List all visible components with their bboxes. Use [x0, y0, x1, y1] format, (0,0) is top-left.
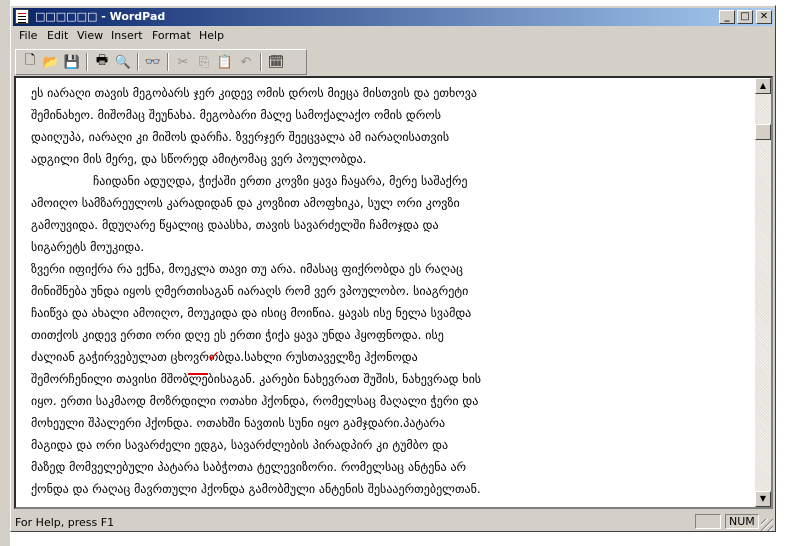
scroll-down-button[interactable]: ▼	[755, 491, 771, 507]
paste-icon: 📋	[216, 54, 234, 70]
paste-button[interactable]: 📋	[215, 53, 235, 71]
text-line: ეს იარაღი თავის მეგობარს ჯერ კიდევ ომის …	[31, 86, 477, 100]
copy-button[interactable]: ⎘	[194, 53, 214, 71]
status-num-indicator: NUM	[725, 514, 759, 529]
undo-icon: ↶	[240, 54, 252, 70]
save-icon: 💾	[63, 54, 81, 70]
menu-format[interactable]: Format	[152, 29, 191, 42]
copy-icon: ⎘	[198, 54, 210, 70]
new-icon: 🗋	[24, 53, 36, 68]
status-help-text: For Help, press F1	[15, 516, 115, 529]
close-icon: ✕	[759, 11, 769, 22]
undo-button[interactable]: ↶	[236, 53, 256, 71]
menu-help[interactable]: Help	[199, 29, 224, 42]
spelling-underline	[188, 370, 208, 375]
find-button[interactable]: 👓	[143, 53, 163, 71]
text-line: ადგილი მის მერე, და სწორედ ამიტომაც ვერ …	[31, 152, 367, 166]
toolbar-separator	[137, 53, 139, 71]
annotation-arrow-icon: ↙	[208, 348, 220, 364]
maximize-icon: □	[740, 11, 750, 22]
resize-grip[interactable]	[761, 519, 773, 531]
minimize-icon: _	[724, 11, 730, 22]
scroll-up-arrow-icon: ▲	[759, 81, 767, 90]
print-button[interactable]: 🖶	[92, 53, 112, 71]
text-line: გამოუვიდა. მდუღარე წყალიც დაასხა, თავის …	[31, 218, 439, 232]
menu-insert[interactable]: Insert	[111, 29, 143, 42]
text-line: ჩაიდანი ადუღდა, ჭიქაში ერთი კოვზი ყავა ჩ…	[93, 174, 468, 188]
text-line: ქონდა და რაღაც მავრთული ჰქონდა გამობმული…	[31, 482, 481, 496]
wordpad-app-icon[interactable]	[15, 9, 29, 24]
text-line: მაგიდა და ორი სავარძელი ედგა, სავარძლები…	[31, 438, 449, 452]
status-caps-panel	[695, 514, 721, 529]
status-bar: For Help, press F1 NUM	[13, 513, 773, 531]
cut-button[interactable]: ✂	[173, 53, 193, 71]
text-line: შემინახეო. მიშომაც შეუნახა. მეგობარი მალ…	[31, 108, 442, 122]
text-line: იყო. ერთი საკმაოდ მოზრდილი ოთახი ჰქონდა,…	[31, 394, 479, 408]
window-title: □□□□□□ - WordPad	[35, 10, 166, 23]
vertical-scrollbar[interactable]: ▲ ▼	[755, 78, 771, 507]
open-button[interactable]: 📂	[41, 53, 61, 71]
close-button[interactable]: ✕	[756, 10, 772, 24]
date-time-icon: 🗓	[267, 54, 285, 70]
text-line: დაიღუპა, იარაღი კი მიშოს დარჩა. ზვერჯერ …	[31, 130, 450, 144]
find-icon: 👓	[144, 54, 162, 70]
desktop-background	[0, 0, 10, 546]
menu-view[interactable]: View	[77, 29, 103, 42]
toolbar: 🗋 📂 💾 🖶 🔍 👓 ✂ ⎘ 📋 ↶ 🗓	[15, 49, 307, 75]
save-button[interactable]: 💾	[62, 53, 82, 71]
date-time-button[interactable]: 🗓	[266, 53, 286, 71]
text-line: ჩაიწვა და ახალი ამოიღო, მოუკიდა და ისიც …	[31, 306, 472, 320]
text-line: ძალიან გაჭირვებულათ ცხოვრობდა.სახლი რუსთ…	[31, 350, 418, 364]
menu-file[interactable]: File	[19, 29, 37, 42]
text-line: ამოიღო სამზარეულოს კარადიდან და კოვზით ა…	[31, 196, 460, 210]
document-editor[interactable]: ეს იარაღი თავის მეგობარს ჯერ კიდევ ომის …	[14, 76, 773, 509]
scroll-down-arrow-icon: ▼	[759, 494, 767, 503]
print-icon: 🖶	[95, 53, 109, 68]
toolbar-separator	[167, 53, 169, 71]
open-icon: 📂	[42, 54, 60, 70]
text-line: შემორჩენილი თავისი მშობლებისაგან. კარები…	[31, 372, 482, 386]
scroll-thumb[interactable]	[755, 124, 771, 140]
title-bar[interactable]: □□□□□□ - WordPad _ □ ✕	[13, 8, 773, 26]
text-line: თითქოს კიდევ ერთი ორი დღე ეს ერთი ჭიქა ყ…	[31, 328, 444, 342]
print-preview-icon: 🔍	[114, 54, 132, 70]
wordpad-window: □□□□□□ - WordPad _ □ ✕ File Edit View In…	[10, 5, 776, 532]
document-text[interactable]: ეს იარაღი თავის მეგობარს ჯერ კიდევ ომის …	[31, 82, 636, 500]
new-button[interactable]: 🗋	[20, 53, 40, 71]
scroll-up-button[interactable]: ▲	[755, 78, 771, 94]
text-line: მაზედ მომველებული პატარა საბჭოთა ტელევიზ…	[31, 460, 467, 474]
print-preview-button[interactable]: 🔍	[113, 53, 133, 71]
text-line: ზვერი იფიქრა რა ექნა, მოეკლა თავი თუ არა…	[31, 262, 463, 276]
toolbar-separator	[86, 53, 88, 71]
cut-icon: ✂	[177, 54, 189, 70]
minimize-button[interactable]: _	[719, 10, 735, 24]
text-line: მოხეული შპალერი ჰქონდა. ოთახში ნავთის სუ…	[31, 416, 446, 430]
toolbar-separator	[260, 53, 262, 71]
text-line: მინიშნება უნდა იყოს ღმერთისაგან იარაღს რ…	[31, 284, 469, 298]
maximize-button[interactable]: □	[737, 10, 753, 24]
menu-bar: File Edit View Insert Format Help	[13, 27, 773, 45]
menu-edit[interactable]: Edit	[47, 29, 68, 42]
text-line: სიგარეტს მოუკიდა.	[31, 240, 145, 254]
